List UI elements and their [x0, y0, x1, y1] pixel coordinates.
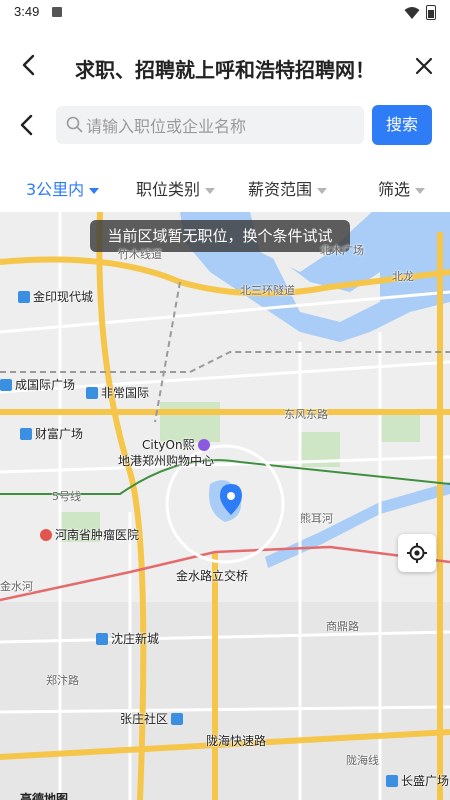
map-label: 5号线	[52, 490, 81, 503]
map-label: 地港郑州购物中心	[118, 454, 215, 468]
building-icon	[86, 387, 98, 399]
filter-job-category[interactable]: 职位类别	[136, 176, 216, 200]
map-label: 北龙	[392, 270, 414, 283]
poi-label: 沈庄新城	[111, 632, 160, 646]
map-label: 竹木线道	[118, 248, 162, 261]
battery-icon	[426, 5, 436, 20]
filter-label: 薪资范围	[248, 180, 313, 199]
search-button[interactable]: 搜索	[372, 105, 432, 145]
status-time: 3:49	[14, 4, 40, 19]
building-icon	[18, 291, 30, 303]
close-icon[interactable]	[414, 56, 434, 76]
poi-label: 财富广场	[35, 427, 84, 441]
filter-distance[interactable]: 3公里内	[26, 176, 100, 200]
map-label: 金水路立交桥	[176, 569, 249, 583]
notification-icon	[52, 7, 62, 17]
map-label: 商鼎路	[326, 620, 359, 633]
map-label: 北木广场	[320, 244, 364, 257]
building-icon	[171, 713, 184, 725]
map-poi: CityOn熙	[142, 436, 213, 453]
filter-salary-range[interactable]: 薪资范围	[248, 176, 328, 200]
mall-icon	[197, 439, 210, 451]
wifi-icon	[404, 7, 420, 19]
hospital-icon	[40, 529, 52, 541]
filter-label: 职位类别	[136, 180, 201, 199]
building-icon	[96, 633, 108, 645]
filter-label: 筛选	[378, 180, 411, 199]
locate-icon	[407, 543, 427, 563]
building-icon	[386, 775, 398, 787]
title-bar: 求职、招聘就上呼和浩特招聘网！	[0, 26, 450, 110]
building-icon	[20, 428, 32, 440]
map-poi: 成国际广场	[0, 376, 75, 393]
map-logo: 高德地图	[20, 792, 69, 800]
filter-more[interactable]: 筛选	[378, 176, 426, 200]
filter-label: 3公里内	[26, 180, 85, 199]
poi-label: 成国际广场	[15, 378, 76, 392]
map-poi: 河南省肿瘤医院	[40, 526, 139, 543]
poi-label: CityOn熙	[142, 438, 195, 452]
back-arrow-icon[interactable]	[18, 54, 40, 76]
poi-label: 河南省肿瘤医院	[55, 528, 140, 542]
page-title: 求职、招聘就上呼和浩特招聘网！	[75, 58, 375, 82]
filter-bar: 3公里内 职位类别 薪资范围 筛选	[0, 160, 450, 212]
map-label: 东风东路	[284, 408, 328, 421]
map-label: 金水河	[0, 580, 33, 593]
search-back-icon[interactable]	[16, 114, 38, 136]
map-poi: 长盛广场	[386, 772, 449, 789]
search-input[interactable]	[84, 106, 358, 146]
locate-button[interactable]	[398, 534, 436, 572]
map-poi: 金印现代城	[18, 288, 93, 305]
map-view[interactable]: 当前区域暂无职位，换个条件试试 竹木线道 北三环隧道 北木广场 北龙 金印现代城…	[0, 212, 450, 800]
caret-down-icon	[317, 187, 328, 194]
search-icon	[66, 116, 83, 133]
poi-label: 张庄社区	[120, 712, 169, 726]
poi-label: 金印现代城	[33, 290, 94, 304]
poi-label: 长盛广场	[401, 774, 450, 788]
caret-down-icon	[89, 187, 100, 194]
map-label: 陇海快速路	[206, 734, 267, 748]
map-poi: 沈庄新城	[96, 630, 159, 647]
map-poi: 财富广场	[20, 425, 83, 442]
search-field	[56, 106, 364, 146]
caret-down-icon	[415, 187, 426, 194]
caret-down-icon	[205, 187, 216, 194]
search-bar: 搜索	[0, 100, 450, 150]
map-poi: 张庄社区	[120, 710, 186, 727]
poi-label: 非常国际	[101, 386, 150, 400]
map-label: 熊耳河	[300, 512, 333, 525]
map-label: 郑汴路	[46, 674, 79, 687]
map-label: 北三环隧道	[240, 284, 295, 297]
building-icon	[0, 379, 12, 391]
status-bar: 3:49	[0, 0, 450, 26]
map-label: 陇海线	[346, 754, 379, 767]
map-poi: 非常国际	[86, 384, 149, 401]
